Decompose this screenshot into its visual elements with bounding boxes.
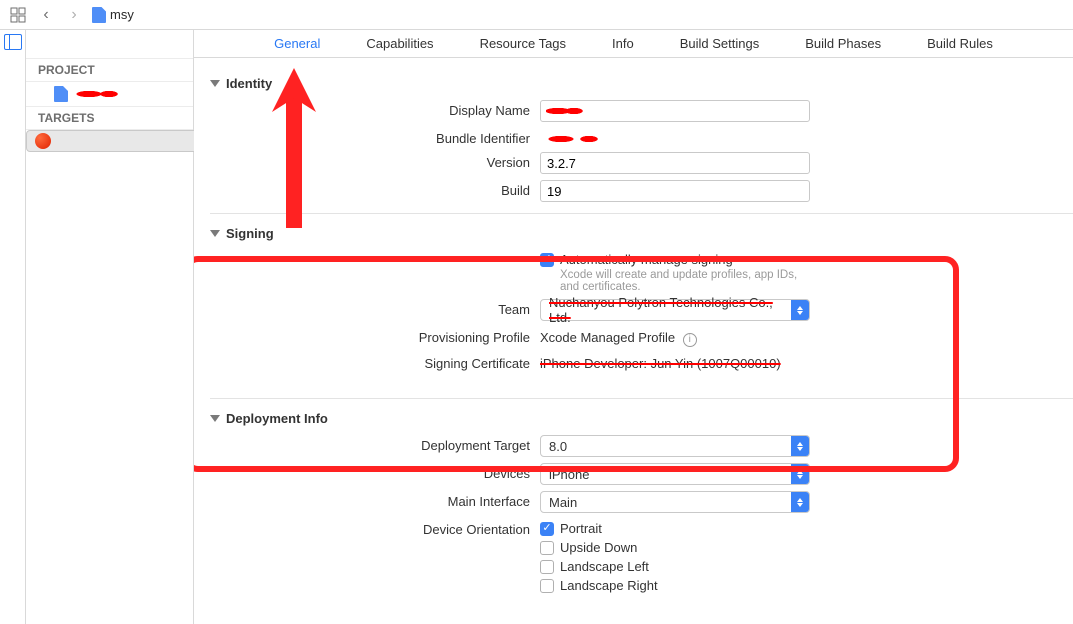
orientation-upside-down-checkbox[interactable] [540,541,554,555]
orientation-portrait-label: Portrait [560,521,602,536]
project-file-icon [54,86,68,102]
version-input[interactable] [540,152,810,174]
disclosure-triangle-icon [210,415,220,422]
auto-signing-label: Automatically manage signing [560,252,733,267]
redacted-text [74,89,124,99]
team-value: Nuchanyou Polytron Technologies Co., Ltd… [549,295,791,325]
sidebar-targets-header: TARGETS [26,106,193,130]
disclosure-triangle-icon [210,80,220,87]
orientation-portrait-checkbox[interactable] [540,522,554,536]
redacted-text [546,106,586,116]
orientation-landscape-left-label: Landscape Left [560,559,649,574]
sidebar-project-row[interactable] [26,82,193,106]
provisioning-profile-label: Provisioning Profile [210,327,540,345]
redacted-text [540,134,610,144]
display-name-label: Display Name [210,100,540,118]
tab-general[interactable]: General [274,36,320,51]
breadcrumb-bar: ‹ › msy [0,0,1073,30]
info-icon[interactable]: i [683,333,697,347]
auto-signing-checkbox[interactable] [540,253,554,267]
deployment-target-value: 8.0 [549,439,567,454]
section-title: Deployment Info [226,411,328,426]
nav-back-icon[interactable]: ‹ [36,5,56,25]
orientation-landscape-left-checkbox[interactable] [540,560,554,574]
device-orientation-label: Device Orientation [210,519,540,537]
orientation-landscape-right-checkbox[interactable] [540,579,554,593]
build-label: Build [210,180,540,198]
spacer [210,250,540,253]
tab-build-settings[interactable]: Build Settings [680,36,760,51]
provisioning-profile-value: Xcode Managed Profile [540,330,675,345]
team-label: Team [210,299,540,317]
breadcrumb[interactable]: msy [92,7,134,23]
tab-info[interactable]: Info [612,36,634,51]
version-label: Version [210,152,540,170]
editor-left-rail [0,30,26,624]
orientation-landscape-right-label: Landscape Right [560,578,658,593]
tab-capabilities[interactable]: Capabilities [366,36,433,51]
devices-value: iPhone [549,467,589,482]
disclosure-triangle-icon [210,230,220,237]
select-stepper-icon [791,300,809,320]
devices-label: Devices [210,463,540,481]
main-interface-label: Main Interface [210,491,540,509]
select-stepper-icon [791,464,809,484]
auto-signing-hint: Xcode will create and update profiles, a… [540,269,810,293]
section-identity-header[interactable]: Identity [210,70,1073,97]
tab-build-rules[interactable]: Build Rules [927,36,993,51]
section-deployment-header[interactable]: Deployment Info [210,405,1073,432]
section-title: Identity [226,76,272,91]
select-stepper-icon [791,492,809,512]
main-interface-value: Main [549,495,577,510]
deployment-target-select[interactable]: 8.0 [540,435,810,457]
related-items-icon[interactable] [8,5,28,25]
sidebar-project-header: PROJECT [26,58,193,82]
project-targets-sidebar: PROJECT TARGETS [26,30,194,624]
target-tabs: General Capabilities Resource Tags Info … [194,30,1073,58]
signing-cert-value: iPhone Developer: Jun Yin (1007Q00010) [540,356,781,371]
select-stepper-icon [791,436,809,456]
bundle-id-label: Bundle Identifier [210,128,540,146]
build-input[interactable] [540,180,810,202]
team-select[interactable]: Nuchanyou Polytron Technologies Co., Ltd… [540,299,810,321]
breadcrumb-label: msy [110,7,134,22]
devices-select[interactable]: iPhone [540,463,810,485]
tab-resource-tags[interactable]: Resource Tags [480,36,566,51]
deployment-target-label: Deployment Target [210,435,540,453]
section-signing-header[interactable]: Signing [210,220,1073,247]
editor-content: General Capabilities Resource Tags Info … [194,30,1073,624]
tab-build-phases[interactable]: Build Phases [805,36,881,51]
signing-cert-label: Signing Certificate [210,353,540,371]
main-interface-select[interactable]: Main [540,491,810,513]
section-title: Signing [226,226,274,241]
toggle-panel-icon[interactable] [4,34,22,50]
project-file-icon [92,7,106,23]
nav-forward-icon[interactable]: › [64,5,84,25]
app-target-icon [35,133,51,149]
orientation-upside-down-label: Upside Down [560,540,637,555]
